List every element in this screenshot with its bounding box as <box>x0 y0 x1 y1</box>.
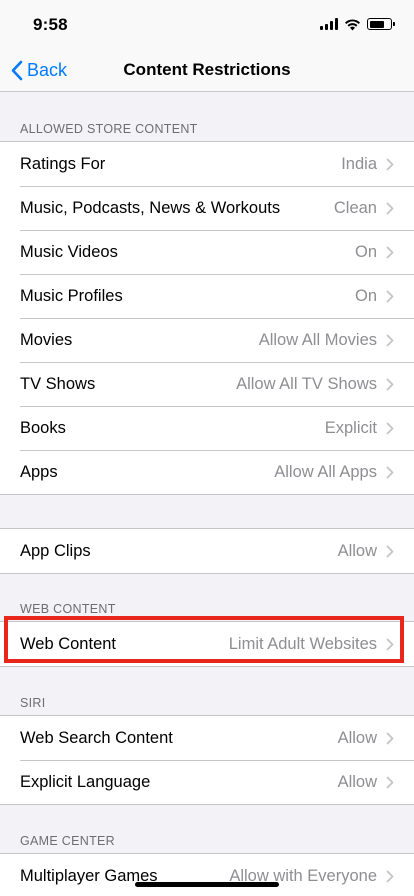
group-game-center: Multiplayer Games Allow with Everyone <box>0 853 414 896</box>
cellular-signal-icon <box>320 18 338 30</box>
status-bar: 9:58 <box>0 0 414 48</box>
row-label: Music Profiles <box>20 286 123 305</box>
row-value: Allow All Movies <box>258 330 377 349</box>
chevron-right-icon <box>386 638 394 650</box>
row-value: Explicit <box>324 418 377 437</box>
group-web-content: Web Content Limit Adult Websites <box>0 621 414 667</box>
section-header-siri: SIRI <box>20 696 46 710</box>
row-web-search-content[interactable]: Web Search Content Allow <box>0 716 414 760</box>
row-label: Movies <box>20 330 73 349</box>
row-label: Web Search Content <box>20 728 173 747</box>
row-app-clips[interactable]: App Clips Allow <box>0 529 414 573</box>
row-web-content[interactable]: Web Content Limit Adult Websites <box>0 622 414 666</box>
chevron-right-icon <box>386 545 394 557</box>
row-value: Allow <box>337 541 377 560</box>
page-title: Content Restrictions <box>123 60 291 79</box>
chevron-right-icon <box>386 378 394 390</box>
row-value: Clean <box>333 198 377 217</box>
row-ratings-for[interactable]: Ratings For India <box>0 142 414 186</box>
row-value: Allow All TV Shows <box>236 374 377 393</box>
group-app-clips: App Clips Allow <box>0 528 414 574</box>
row-apps[interactable]: Apps Allow All Apps <box>0 450 414 494</box>
row-label: App Clips <box>20 541 91 560</box>
group-siri: Web Search Content Allow Explicit Langua… <box>0 715 414 805</box>
navigation-bar: Back Content Restrictions <box>0 48 414 92</box>
row-value: On <box>354 286 377 305</box>
row-label: Web Content <box>20 634 117 653</box>
section-header-web-content: WEB CONTENT <box>20 602 116 616</box>
status-time: 9:58 <box>33 15 68 34</box>
row-value: Allow All Apps <box>274 462 377 481</box>
chevron-right-icon <box>386 732 394 744</box>
row-label: Books <box>20 418 66 437</box>
section-header-allowed-store-content: ALLOWED STORE CONTENT <box>20 122 198 136</box>
chevron-right-icon <box>386 776 394 788</box>
row-books[interactable]: Books Explicit <box>0 406 414 450</box>
row-value: Limit Adult Websites <box>228 634 377 653</box>
battery-icon <box>367 18 395 30</box>
row-label: Explicit Language <box>20 772 151 791</box>
row-label: Apps <box>20 462 58 481</box>
chevron-right-icon <box>386 466 394 478</box>
row-label: TV Shows <box>20 374 96 393</box>
chevron-right-icon <box>386 870 394 882</box>
home-indicator[interactable] <box>135 882 279 887</box>
section-header-game-center: GAME CENTER <box>20 834 115 848</box>
row-music-profiles[interactable]: Music Profiles On <box>0 274 414 318</box>
row-movies[interactable]: Movies Allow All Movies <box>0 318 414 362</box>
row-label: Ratings For <box>20 154 106 173</box>
chevron-right-icon <box>386 290 394 302</box>
row-music-podcasts-news-workouts[interactable]: Music, Podcasts, News & Workouts Clean <box>0 186 414 230</box>
chevron-right-icon <box>386 246 394 258</box>
battery-level <box>369 20 384 28</box>
chevron-right-icon <box>386 422 394 434</box>
row-value: Allow <box>337 728 377 747</box>
chevron-right-icon <box>386 202 394 214</box>
group-allowed-store-content: Ratings For India Music, Podcasts, News … <box>0 141 414 495</box>
row-label: Music Videos <box>20 242 118 261</box>
wifi-icon <box>345 18 360 30</box>
chevron-right-icon <box>386 334 394 346</box>
status-icons <box>320 15 395 33</box>
row-value: Allow <box>337 772 377 791</box>
row-music-videos[interactable]: Music Videos On <box>0 230 414 274</box>
row-value: On <box>354 242 377 261</box>
chevron-right-icon <box>386 158 394 170</box>
row-value: India <box>341 154 377 173</box>
row-label: Music, Podcasts, News & Workouts <box>20 198 281 217</box>
row-tv-shows[interactable]: TV Shows Allow All TV Shows <box>0 362 414 406</box>
row-multiplayer-games[interactable]: Multiplayer Games Allow with Everyone <box>0 854 414 896</box>
row-explicit-language[interactable]: Explicit Language Allow <box>0 760 414 804</box>
